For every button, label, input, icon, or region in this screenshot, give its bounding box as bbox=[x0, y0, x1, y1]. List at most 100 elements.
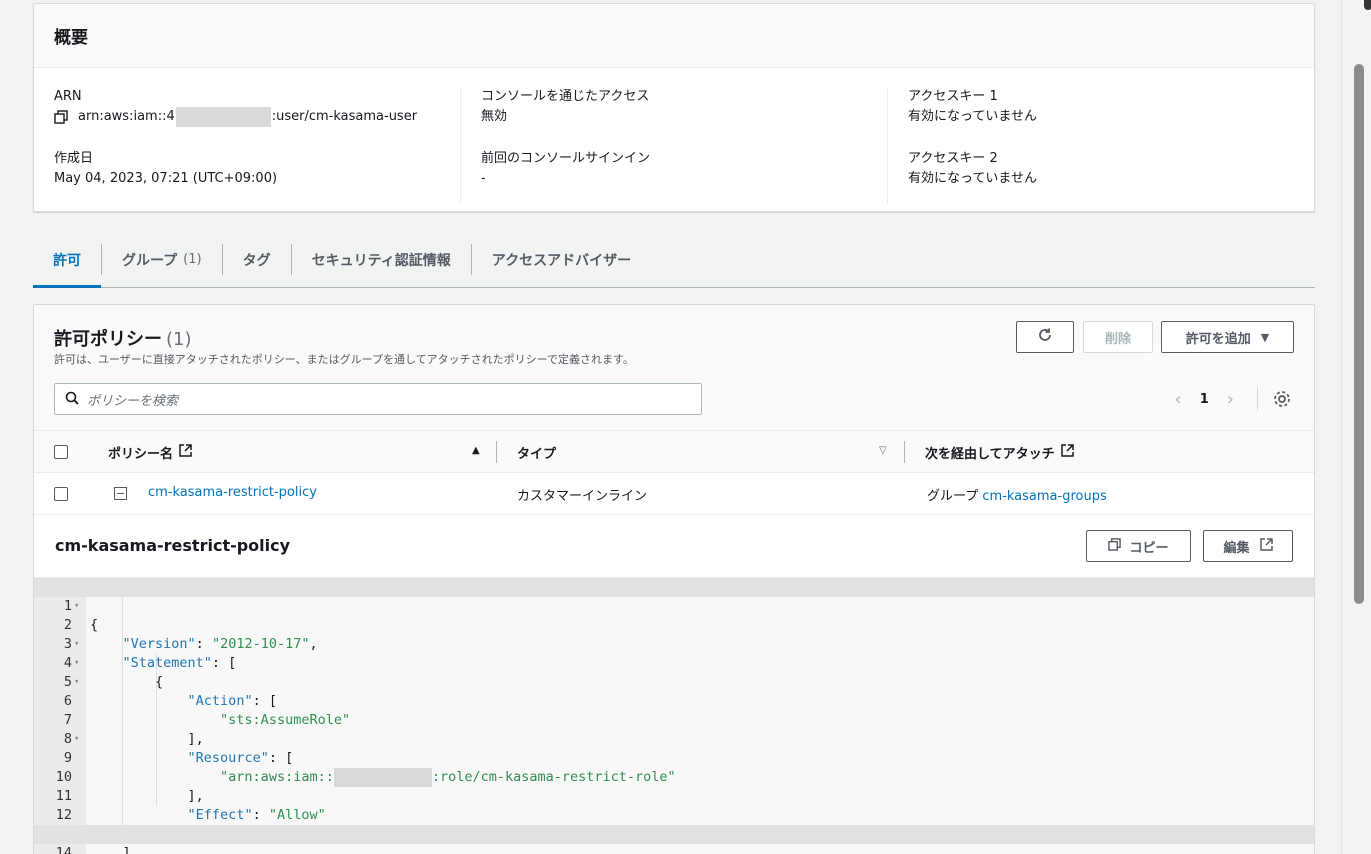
last-signin-label: 前回のコンソールサインイン bbox=[481, 151, 651, 166]
attached-via: グループ cm-kasama-groups bbox=[927, 485, 1107, 504]
code-line: 12 } bbox=[34, 787, 1314, 842]
scrollbar-thumb[interactable] bbox=[1354, 64, 1364, 604]
arn-value: arn:aws:iam:: 4 :user/cm-kasama-user bbox=[54, 106, 440, 128]
chevron-left-icon[interactable]: ‹ bbox=[1175, 389, 1182, 410]
summary-col-arn: ARN arn:aws:iam:: 4 :user/cm-kasama-user 作… bbox=[34, 88, 460, 204]
created-value: May 04, 2023, 07:21 (UTC+09:00) bbox=[54, 171, 278, 186]
caret-down-icon: ▼ bbox=[1260, 330, 1270, 344]
policy-detail-title: cm-kasama-restrict-policy bbox=[55, 536, 291, 555]
code-line: 4 ▾ { bbox=[34, 635, 1314, 690]
code-line: 6 "sts:AssumeRole" bbox=[34, 673, 1314, 728]
access-key2-label: アクセスキー 2 bbox=[908, 151, 998, 166]
arn-prefix: arn:aws:iam:: bbox=[78, 109, 167, 124]
pager-divider bbox=[1257, 387, 1258, 411]
code-line: 9 "arn:aws:iam:::role/cm-kasama-restrict… bbox=[34, 730, 1314, 787]
permission-policies-panel: 許可ポリシー (1) 許可は、ユーザーに直接アタッチされたポリシー、またはグループ… bbox=[33, 304, 1315, 854]
sort-descending-icon[interactable]: ▽ bbox=[879, 445, 887, 456]
panel-title: 許可ポリシー (1) bbox=[54, 325, 192, 351]
tab-bar: 許可 グループ (1) タグ セキュリティ認証情報 アクセスアドバイザー bbox=[33, 232, 1315, 288]
edit-button[interactable]: 編集 bbox=[1203, 530, 1293, 562]
policy-detail: cm-kasama-restrict-policy コピー 編集 1▾ { 2 bbox=[34, 515, 1314, 854]
panel-title-count: (1) bbox=[166, 329, 192, 350]
external-link-icon bbox=[1259, 537, 1273, 555]
redacted-account-id bbox=[175, 107, 271, 127]
tab-permissions-label: 許可 bbox=[53, 252, 81, 269]
code-line: 8 ▾ "Resource": [ bbox=[34, 711, 1314, 766]
refresh-icon bbox=[1037, 327, 1053, 347]
column-type-label: タイプ bbox=[517, 447, 557, 462]
add-permissions-button[interactable]: 許可を追加 ▼ bbox=[1161, 321, 1294, 353]
created-label: 作成日 bbox=[54, 151, 94, 166]
panel-description: 許可は、ユーザーに直接アタッチされたポリシー、またはグループを通してアタッチされ… bbox=[54, 353, 634, 366]
add-permissions-label: 許可を追加 bbox=[1185, 331, 1251, 347]
scroll-indicator bbox=[1364, 0, 1371, 10]
external-link-icon bbox=[1060, 444, 1074, 461]
summary-col-console: コンソールを通じたアクセス 無効 前回のコンソールサインイン - bbox=[460, 88, 887, 204]
summary-panel: 概要 ARN arn:aws:iam:: 4 :user/cm-kasama-use… bbox=[33, 3, 1315, 212]
tab-groups-label: グループ bbox=[122, 252, 178, 269]
access-key1-value: 有効になっていません bbox=[908, 109, 1037, 124]
policy-type: カスタマーインライン bbox=[517, 489, 648, 504]
collapse-icon[interactable] bbox=[114, 487, 127, 500]
code-line: 3 ▾ "Statement": [ bbox=[34, 616, 1314, 671]
column-type[interactable]: タイプ bbox=[517, 443, 556, 462]
tab-access-advisor[interactable]: アクセスアドバイザー bbox=[472, 244, 651, 275]
panel-header: 許可ポリシー (1) 許可は、ユーザーに直接アタッチされたポリシー、またはグループ… bbox=[34, 305, 1314, 431]
page-scrollbar[interactable] bbox=[1341, 0, 1371, 854]
refresh-button[interactable] bbox=[1016, 321, 1074, 353]
tab-security-credentials[interactable]: セキュリティ認証情報 bbox=[292, 244, 472, 275]
column-divider bbox=[904, 441, 905, 463]
column-policy-name[interactable]: ポリシー名 bbox=[108, 443, 192, 462]
tab-access-advisor-label: アクセスアドバイザー bbox=[491, 252, 632, 269]
copy-button[interactable]: コピー bbox=[1086, 530, 1191, 562]
column-divider bbox=[496, 441, 497, 463]
tab-permissions[interactable]: 許可 bbox=[33, 244, 102, 288]
pagination: ‹ 1 › bbox=[1175, 389, 1234, 410]
code-line: 13 ] bbox=[34, 806, 1314, 854]
select-all-checkbox[interactable] bbox=[54, 445, 68, 459]
chevron-right-icon[interactable]: › bbox=[1227, 389, 1234, 410]
column-policy-name-label: ポリシー名 bbox=[108, 447, 174, 462]
attached-via-prefix: グループ bbox=[927, 489, 979, 504]
access-key1-label: アクセスキー 1 bbox=[908, 89, 998, 104]
policy-search-input[interactable]: ポリシーを検索 bbox=[54, 383, 702, 415]
tab-groups[interactable]: グループ (1) bbox=[102, 244, 223, 275]
summary-col-keys: アクセスキー 1 有効になっていません アクセスキー 2 有効になっていません bbox=[887, 88, 1314, 204]
column-attached-via-label: 次を経由してアタッチ bbox=[925, 447, 1055, 462]
last-signin-value: - bbox=[481, 171, 486, 186]
column-attached-via[interactable]: 次を経由してアタッチ bbox=[925, 443, 1074, 462]
access-key2-value: 有効になっていません bbox=[908, 171, 1037, 186]
copy-label: コピー bbox=[1129, 540, 1169, 556]
code-line: 2 "Version": "2012-10-17", bbox=[34, 597, 1314, 652]
sort-ascending-icon[interactable]: ▲ bbox=[472, 445, 480, 456]
group-link[interactable]: cm-kasama-groups bbox=[982, 489, 1106, 504]
summary-header: 概要 bbox=[34, 4, 1314, 68]
policy-json-editor[interactable]: 1 ▾ { 2 "Version": "2012-10-17", 3 ▾ "Stat… bbox=[34, 577, 1314, 854]
tab-tags-label: タグ bbox=[242, 252, 271, 269]
tab-security-credentials-label: セキュリティ認証情報 bbox=[311, 252, 451, 269]
code-line: 5 ▾ "Action": [ bbox=[34, 654, 1314, 709]
code-line: 10 ], bbox=[34, 749, 1314, 804]
tab-tags[interactable]: タグ bbox=[223, 244, 292, 275]
arn-suffix: :user/cm-kasama-user bbox=[271, 109, 418, 124]
console-access-label: コンソールを通じたアクセス bbox=[481, 89, 650, 104]
current-page[interactable]: 1 bbox=[1200, 392, 1209, 407]
tab-groups-count: (1) bbox=[183, 252, 202, 267]
summary-grid: ARN arn:aws:iam:: 4 :user/cm-kasama-user 作… bbox=[34, 68, 1314, 204]
policy-name-link[interactable]: cm-kasama-restrict-policy bbox=[148, 485, 317, 500]
copy-icon[interactable] bbox=[54, 110, 68, 124]
line-number: 14 bbox=[55, 845, 72, 854]
gear-icon[interactable] bbox=[1272, 389, 1292, 409]
console-access-value: 無効 bbox=[481, 109, 508, 124]
table-row: cm-kasama-restrict-policy カスタマーインライン グルー… bbox=[34, 473, 1314, 515]
code-line: 7 ], bbox=[34, 692, 1314, 747]
arn-label: ARN bbox=[54, 89, 82, 104]
row-checkbox[interactable] bbox=[54, 487, 68, 501]
code-line: 1 ▾ { bbox=[34, 578, 1314, 633]
code-line: 11 "Effect": "Allow" bbox=[34, 768, 1314, 823]
arn-partial: 4 bbox=[166, 109, 175, 124]
delete-button[interactable]: 削除 bbox=[1083, 321, 1153, 353]
search-placeholder: ポリシーを検索 bbox=[87, 393, 179, 409]
summary-title: 概要 bbox=[54, 28, 88, 48]
panel-title-text: 許可ポリシー bbox=[54, 329, 162, 350]
